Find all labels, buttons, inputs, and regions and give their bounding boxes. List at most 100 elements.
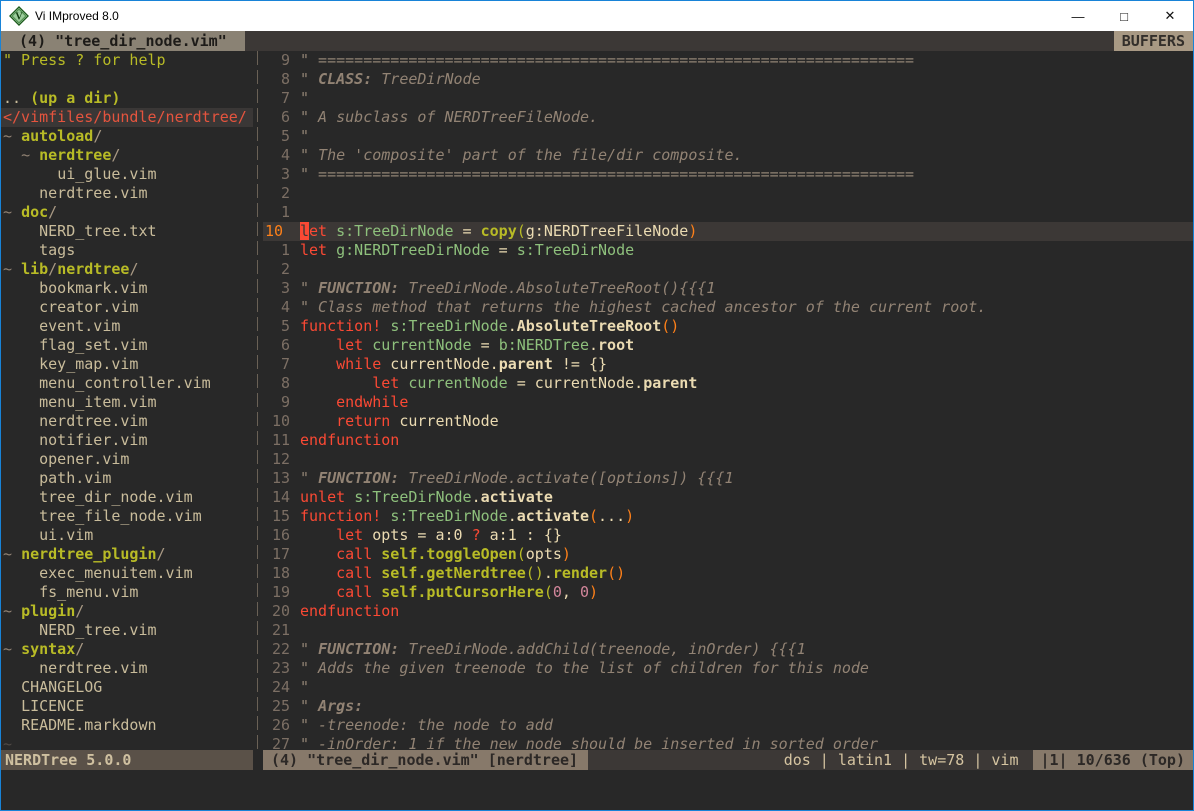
text-segment: path.vim bbox=[39, 469, 111, 487]
text-segment bbox=[3, 678, 21, 696]
code-line[interactable]: 16 let opts = a:0 ? a:1 : {} bbox=[263, 526, 1193, 545]
line-number: 4 bbox=[263, 298, 300, 317]
code-line[interactable]: 6 let currentNode = b:NERDTree.root bbox=[263, 336, 1193, 355]
code-line[interactable]: 7" bbox=[263, 89, 1193, 108]
tree-item[interactable]: menu_item.vim bbox=[3, 393, 253, 412]
command-line[interactable] bbox=[1, 770, 1193, 810]
tree-item[interactable]: opener.vim bbox=[3, 450, 253, 469]
code-line[interactable]: 1let g:NERDTreeDirNode = s:TreeDirNode bbox=[263, 241, 1193, 260]
code-line[interactable]: 12 bbox=[263, 450, 1193, 469]
code-line[interactable]: 4" The 'composite' part of the file/dir … bbox=[263, 146, 1193, 165]
tree-item[interactable]: ~ nerdtree_plugin/ bbox=[3, 545, 253, 564]
close-button[interactable]: ✕ bbox=[1147, 1, 1193, 31]
tree-item[interactable]: " Press ? for help bbox=[3, 51, 253, 70]
tree-item[interactable]: ~ bbox=[3, 735, 253, 750]
code-line[interactable]: 9 endwhile bbox=[263, 393, 1193, 412]
code-line[interactable]: 20endfunction bbox=[263, 602, 1193, 621]
code-line[interactable]: 21 bbox=[263, 621, 1193, 640]
code-line[interactable]: 18 call self.getNerdtree().render() bbox=[263, 564, 1193, 583]
title-bar[interactable]: V Vi IMproved 8.0 — □ ✕ bbox=[1, 1, 1193, 31]
code-line[interactable]: 9" =====================================… bbox=[263, 51, 1193, 70]
tree-item[interactable]: menu_controller.vim bbox=[3, 374, 253, 393]
tree-item[interactable]: exec_menuitem.vim bbox=[3, 564, 253, 583]
code-line[interactable]: 10 return currentNode bbox=[263, 412, 1193, 431]
tree-item[interactable]: event.vim bbox=[3, 317, 253, 336]
tree-item[interactable]: ~ lib/nerdtree/ bbox=[3, 260, 253, 279]
tree-item[interactable]: ~ plugin/ bbox=[3, 602, 253, 621]
code-line[interactable]: 5function! s:TreeDirNode.AbsoluteTreeRoo… bbox=[263, 317, 1193, 336]
text-segment: while bbox=[336, 355, 381, 373]
tree-item[interactable]: nerdtree.vim bbox=[3, 412, 253, 431]
text-segment: flag_set.vim bbox=[39, 336, 147, 354]
text-segment bbox=[372, 564, 381, 582]
tree-item[interactable]: ~ syntax/ bbox=[3, 640, 253, 659]
code-line[interactable]: 26" -treenode: the node to add bbox=[263, 716, 1193, 735]
tree-item[interactable]: CHANGELOG bbox=[3, 678, 253, 697]
tree-item[interactable]: nerdtree.vim bbox=[3, 659, 253, 678]
tree-root-item[interactable]: </vimfiles/bundle/nerdtree/ bbox=[1, 108, 253, 127]
code-line[interactable]: 8" CLASS: TreeDirNode bbox=[263, 70, 1193, 89]
code-line[interactable]: 13" FUNCTION: TreeDirNode.activate([opti… bbox=[263, 469, 1193, 488]
tree-item[interactable]: ui.vim bbox=[3, 526, 253, 545]
tree-item[interactable]: NERD_tree.txt bbox=[3, 222, 253, 241]
code-line[interactable]: 6" A subclass of NERDTreeFileNode. bbox=[263, 108, 1193, 127]
code-line-current[interactable]: 10let s:TreeDirNode = copy(g:NERDTreeFil… bbox=[263, 222, 1193, 241]
tree-item[interactable]: NERD_tree.vim bbox=[3, 621, 253, 640]
code-line[interactable]: 2 bbox=[263, 184, 1193, 203]
tree-item[interactable]: notifier.vim bbox=[3, 431, 253, 450]
tree-item[interactable]: key_map.vim bbox=[3, 355, 253, 374]
code-line[interactable]: 3" =====================================… bbox=[263, 165, 1193, 184]
code-text: " Adds the given treenode to the list of… bbox=[300, 659, 1193, 678]
code-text: return currentNode bbox=[300, 412, 1193, 431]
text-segment: opts bbox=[526, 545, 562, 563]
vim-icon[interactable]: V bbox=[9, 6, 29, 26]
code-line[interactable]: 23" Adds the given treenode to the list … bbox=[263, 659, 1193, 678]
code-line[interactable]: 15function! s:TreeDirNode.activate(...) bbox=[263, 507, 1193, 526]
text-segment: " Adds the given treenode to the list of… bbox=[300, 659, 869, 677]
tree-item[interactable]: tree_file_node.vim bbox=[3, 507, 253, 526]
tree-item[interactable]: LICENCE bbox=[3, 697, 253, 716]
code-line[interactable]: 22" FUNCTION: TreeDirNode.addChild(treen… bbox=[263, 640, 1193, 659]
tree-item[interactable]: path.vim bbox=[3, 469, 253, 488]
tree-item[interactable]: bookmark.vim bbox=[3, 279, 253, 298]
code-line[interactable]: 3" FUNCTION: TreeDirNode.AbsoluteTreeRoo… bbox=[263, 279, 1193, 298]
code-line[interactable]: 2 bbox=[263, 260, 1193, 279]
tab-tree-dir-node[interactable]: (4) "tree_dir_node.vim" bbox=[1, 31, 245, 51]
code-line[interactable]: 1 bbox=[263, 203, 1193, 222]
tree-item[interactable]: creator.vim bbox=[3, 298, 253, 317]
code-line[interactable]: 8 let currentNode = currentNode.parent bbox=[263, 374, 1193, 393]
tree-item[interactable]: flag_set.vim bbox=[3, 336, 253, 355]
tree-item[interactable]: ui_glue.vim bbox=[3, 165, 253, 184]
code-line[interactable]: 4" Class method that returns the highest… bbox=[263, 298, 1193, 317]
tree-item[interactable]: ~ doc/ bbox=[3, 203, 253, 222]
tree-item[interactable]: README.markdown bbox=[3, 716, 253, 735]
tree-item[interactable]: nerdtree.vim bbox=[3, 184, 253, 203]
maximize-button[interactable]: □ bbox=[1101, 1, 1147, 31]
code-line[interactable]: 11endfunction bbox=[263, 431, 1193, 450]
text-segment bbox=[3, 241, 39, 259]
text-segment bbox=[3, 488, 39, 506]
tree-item[interactable]: .. (up a dir) bbox=[3, 89, 253, 108]
tree-item[interactable]: tags bbox=[3, 241, 253, 260]
tree-item[interactable] bbox=[3, 70, 253, 89]
code-line[interactable]: 24" bbox=[263, 678, 1193, 697]
tree-item[interactable]: ~ autoload/ bbox=[3, 127, 253, 146]
tree-item[interactable]: tree_dir_node.vim bbox=[3, 488, 253, 507]
code-line[interactable]: 25" Args: bbox=[263, 697, 1193, 716]
text-segment: nerdtree bbox=[57, 260, 129, 278]
text-segment: = currentNode. bbox=[508, 374, 643, 392]
tab-line: (4) "tree_dir_node.vim" BUFFERS bbox=[1, 31, 1193, 51]
code-line[interactable]: 7 while currentNode.parent != {} bbox=[263, 355, 1193, 374]
tree-item[interactable]: ~ nerdtree/ bbox=[3, 146, 253, 165]
minimize-button[interactable]: — bbox=[1055, 1, 1101, 31]
code-line[interactable]: 14unlet s:TreeDirNode.activate bbox=[263, 488, 1193, 507]
code-line[interactable]: 19 call self.putCursorHere(0, 0) bbox=[263, 583, 1193, 602]
text-segment bbox=[300, 393, 336, 411]
text-segment: / bbox=[111, 146, 120, 164]
window-split-separator[interactable] bbox=[253, 51, 263, 750]
tree-item[interactable]: fs_menu.vim bbox=[3, 583, 253, 602]
code-line[interactable]: 27" -inOrder: 1 if the new node should b… bbox=[263, 735, 1193, 750]
code-line[interactable]: 17 call self.toggleOpen(opts) bbox=[263, 545, 1193, 564]
code-line[interactable]: 5" bbox=[263, 127, 1193, 146]
text-segment: ( bbox=[544, 583, 553, 601]
